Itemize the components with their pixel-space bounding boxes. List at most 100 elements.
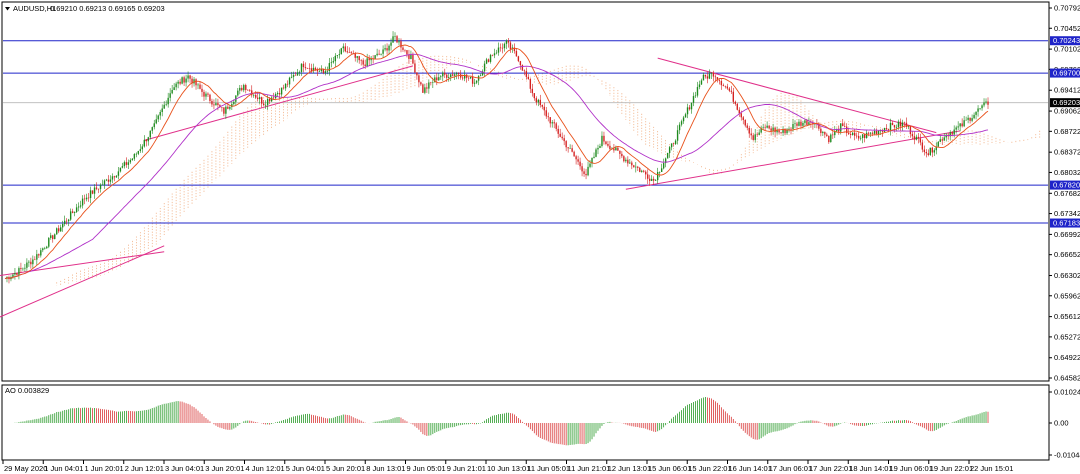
candle-body [189, 75, 191, 79]
candle-body [475, 80, 478, 83]
candle-body [774, 127, 776, 133]
candle-body [933, 150, 935, 153]
candle-body [318, 70, 321, 72]
time-tick-label: 22 Jun 15:01 [970, 464, 1013, 473]
candle-body [38, 254, 40, 256]
time-tick-label: 15 Jun 06:01 [648, 464, 691, 473]
candle-body [929, 147, 931, 155]
ao-pane-frame [1, 384, 1050, 461]
candle-body [450, 74, 452, 77]
candle-body [899, 121, 902, 127]
candle-body [24, 267, 26, 269]
candle-body [692, 96, 695, 103]
candle-body [668, 147, 671, 154]
candle-body [374, 55, 376, 59]
price-tick-label: 0.70102 [1054, 45, 1080, 54]
candle-body [971, 118, 973, 121]
candle-body [983, 102, 985, 106]
candle-body [467, 77, 470, 79]
candle-body [79, 205, 82, 207]
candle-body [71, 211, 74, 213]
candle-body [901, 122, 904, 127]
candle-body [937, 141, 939, 147]
candle-body [117, 171, 120, 176]
time-tick-label: 9 Jun 21:01 [447, 464, 486, 473]
candle-body [599, 146, 601, 148]
candle-body [362, 60, 364, 65]
candle-body [288, 77, 291, 85]
candle-body [137, 150, 140, 154]
candle-body [806, 120, 808, 125]
candle-body [416, 72, 418, 76]
ao-tick-label: 0.010241 [1054, 388, 1080, 397]
candle-body [959, 123, 961, 127]
candle-body [587, 166, 589, 176]
candle-body [50, 235, 52, 238]
candle-body [34, 259, 36, 261]
level-tag-label: 0.70243 [1053, 36, 1080, 45]
candle-body [330, 62, 333, 64]
candle-body [979, 108, 981, 109]
time-tick-label: 5 Jun 20:01 [326, 464, 365, 473]
candle-body [985, 101, 987, 103]
candle-body [165, 104, 167, 105]
price-tick-label: 0.65962 [1054, 291, 1080, 300]
time-tick-label: 10 Jun 13:01 [487, 464, 530, 473]
candle-body [764, 127, 766, 129]
candle-body [869, 132, 872, 134]
candle-body [649, 178, 651, 181]
candle-body [861, 134, 864, 138]
price-tick-label: 0.69062 [1054, 107, 1080, 116]
current-price-tag-label: 0.69203 [1053, 98, 1080, 107]
candle-body [927, 153, 930, 155]
candle-body [796, 123, 798, 126]
candle-body [215, 103, 217, 106]
candle-body [712, 72, 715, 77]
candle-body [471, 76, 474, 84]
candle-body [499, 47, 502, 49]
candle-body [583, 171, 585, 174]
candle-body [525, 71, 528, 77]
candle-body [376, 53, 378, 56]
candle-body [280, 87, 283, 95]
candle-body [177, 81, 179, 84]
candle-body [770, 128, 772, 131]
candle-body [113, 176, 116, 178]
candle-body [601, 135, 603, 147]
candle-body [241, 87, 243, 91]
candle-body [386, 48, 388, 51]
price-tick-label: 0.66652 [1054, 250, 1080, 259]
candle-body [308, 68, 311, 69]
candle-body [848, 133, 850, 135]
candle-body [171, 89, 173, 94]
candle-body [537, 99, 539, 103]
price-tick-label: 0.68372 [1054, 148, 1080, 157]
candle-body [175, 83, 177, 88]
candle-body [543, 106, 545, 111]
candle-body [354, 53, 356, 58]
candle-body [744, 119, 746, 126]
candle-body [557, 128, 559, 134]
candle-body [666, 153, 669, 159]
price-tick-label: 0.64582 [1054, 374, 1080, 383]
chart: AUDUSD,H1 0.69210 0.69213 0.69165 0.6920… [0, 1, 1080, 473]
dropdown-triangle-icon[interactable] [5, 7, 10, 11]
candle-body [268, 98, 271, 102]
time-tick-label: 15 Jun 22:01 [688, 464, 731, 473]
candle-body [257, 97, 259, 99]
candle-body [36, 254, 38, 260]
candle-body [535, 98, 537, 103]
candle-body [48, 237, 50, 247]
candle-body [857, 135, 860, 139]
candle-body [967, 117, 969, 120]
candle-body [645, 171, 647, 175]
candle-body [569, 148, 571, 149]
candle-body [44, 248, 46, 249]
candle-body [973, 114, 975, 119]
candle-body [253, 94, 255, 96]
candle-body [517, 56, 520, 62]
candle-body [615, 147, 617, 151]
candle-body [519, 61, 522, 66]
price-tick-label: 0.67682 [1054, 189, 1080, 198]
candle-body [300, 63, 303, 72]
